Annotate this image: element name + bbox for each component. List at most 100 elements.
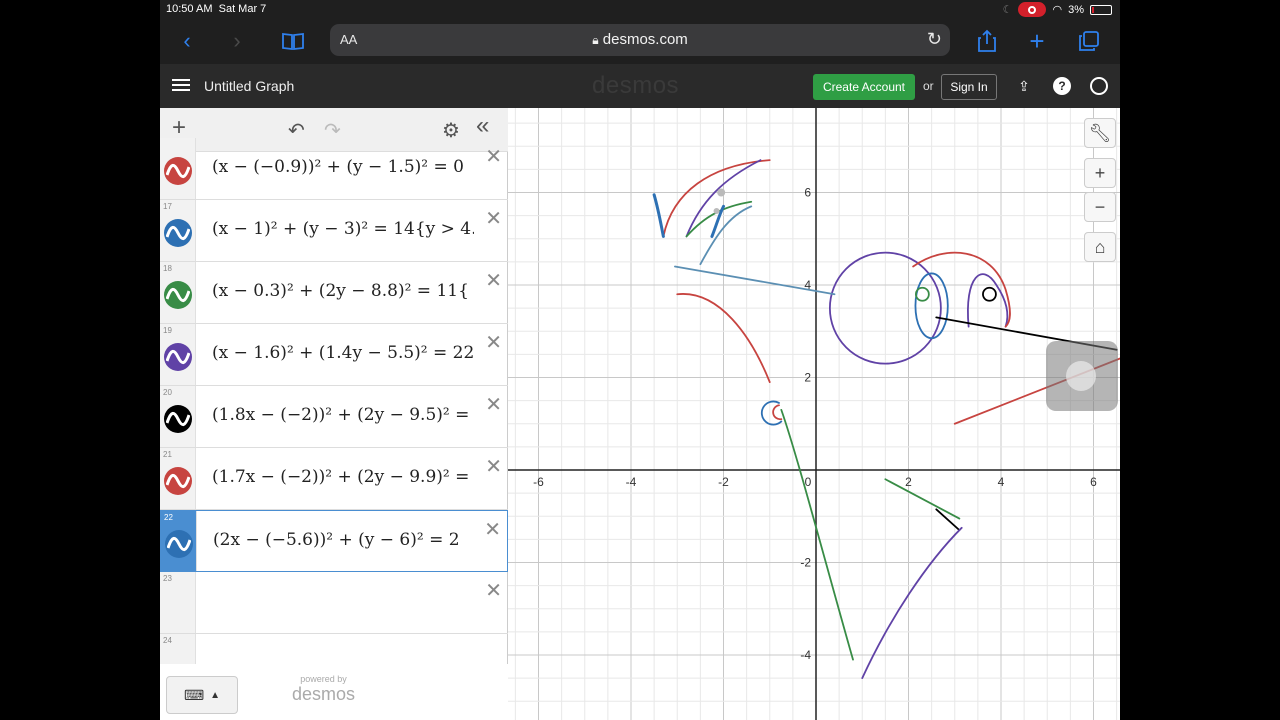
- expression-number: 20: [163, 388, 172, 397]
- wifi-icon: ◠: [1052, 4, 1063, 16]
- powered-by-desmos: powered by desmos: [292, 674, 356, 704]
- delete-expression-icon[interactable]: ✕: [485, 144, 502, 169]
- wave-color-icon[interactable]: [164, 281, 192, 309]
- expression-gutter[interactable]: 22: [161, 511, 197, 571]
- browser-toolbar: ‹ › AA 🔒︎ desmos.com ↻ +: [160, 20, 1120, 64]
- x-tick-label: 6: [1090, 475, 1097, 489]
- x-tick-label: -6: [533, 475, 544, 489]
- x-tick-label: 4: [998, 475, 1005, 489]
- expression-row[interactable]: 20 (1.8x − (−2))² + (2y − 9.5)² = ✕: [160, 386, 508, 448]
- expression-gutter[interactable]: 17: [160, 200, 196, 261]
- expression-gutter[interactable]: [160, 138, 196, 199]
- wave-color-icon[interactable]: [164, 157, 192, 185]
- expression-row[interactable]: 17 (x − 1)² + (y − 3)² = 14{y > 4. ✕: [160, 200, 508, 262]
- expression-input[interactable]: (1.8x − (−2))² + (2y − 9.5)² =: [212, 405, 474, 425]
- expression-panel: + ↶ ↷ ⚙ « (x − (−0.9))² + (y − 1.5)² = 0…: [160, 108, 508, 720]
- wave-color-icon[interactable]: [164, 405, 192, 433]
- share-graph-icon[interactable]: ⇪: [1015, 77, 1033, 95]
- tabs-button[interactable]: [1074, 26, 1104, 56]
- collapse-panel-icon[interactable]: «: [476, 112, 489, 140]
- create-account-button[interactable]: Create Account: [813, 74, 915, 100]
- screen-record-icon: [1018, 2, 1047, 17]
- back-button[interactable]: ‹: [172, 26, 202, 56]
- desmos-logo: desmos: [592, 72, 680, 99]
- sign-in-button[interactable]: Sign In: [941, 74, 997, 100]
- reload-icon[interactable]: ↻: [927, 29, 942, 50]
- home-icon: ⌂: [1094, 236, 1106, 257]
- graph-canvas[interactable]: -6 -4 -2 0 2 4 6 6 4 2 -2 -4 🔧︎ + − ⌂: [508, 108, 1120, 720]
- plus-icon: +: [1094, 162, 1106, 183]
- tabs-icon: [1079, 31, 1099, 51]
- expression-gutter[interactable]: 21: [160, 448, 196, 509]
- status-icons: ☾ ◠ 3%: [1003, 2, 1112, 17]
- share-button[interactable]: [972, 26, 1002, 56]
- help-icon[interactable]: ?: [1053, 77, 1071, 95]
- delete-expression-icon[interactable]: ✕: [485, 578, 502, 603]
- zoom-in-button[interactable]: +: [1084, 158, 1116, 188]
- chevron-left-icon: ‹: [183, 28, 191, 53]
- delete-expression-icon[interactable]: ✕: [485, 268, 502, 293]
- x-tick-label: -4: [626, 475, 637, 489]
- zoom-out-button[interactable]: −: [1084, 192, 1116, 222]
- home-button[interactable]: ⌂: [1084, 232, 1116, 262]
- graph-svg: -6 -4 -2 0 2 4 6642-2-4: [508, 108, 1120, 720]
- expression-input[interactable]: (x − (−0.9))² + (y − 1.5)² = 0: [212, 157, 474, 177]
- feather-blue: [699, 205, 753, 266]
- expression-input[interactable]: (x − 1.6)² + (1.4y − 5.5)² = 22: [212, 343, 474, 363]
- or-label: or: [923, 79, 934, 93]
- expression-input[interactable]: (x − 0.3)² + (2y − 8.8)² = 11{: [212, 281, 474, 301]
- expression-row[interactable]: 19 (x − 1.6)² + (1.4y − 5.5)² = 22 ✕: [160, 324, 508, 386]
- status-bar: 10:50 AM Sat Mar 7 ☾ ◠ 3%: [160, 0, 1120, 20]
- expression-gutter[interactable]: 20: [160, 386, 196, 447]
- assistive-touch-button[interactable]: [1046, 341, 1118, 411]
- delete-expression-icon[interactable]: ✕: [485, 330, 502, 355]
- wave-color-icon[interactable]: [164, 467, 192, 495]
- moon-icon: ☾: [1002, 4, 1013, 16]
- new-tab-button[interactable]: +: [1022, 26, 1052, 56]
- y-tick-label: -2: [800, 556, 811, 570]
- chevron-right-icon: ›: [233, 28, 241, 53]
- expression-row[interactable]: 22 (2x − (−5.6))² + (y − 6)² = 2 ✕: [160, 510, 508, 572]
- x-tick-label: -2: [718, 475, 729, 489]
- menu-icon[interactable]: [172, 76, 190, 94]
- caret-up-icon: ▲: [210, 689, 221, 701]
- expression-row[interactable]: 21 (1.7x − (−2))² + (2y − 9.9)² = ✕: [160, 448, 508, 510]
- expression-gutter[interactable]: 23: [160, 572, 196, 633]
- delete-expression-icon[interactable]: ✕: [484, 517, 501, 542]
- status-time: 10:50 AM Sat Mar 7: [166, 3, 267, 15]
- expression-input[interactable]: (x − 1)² + (y − 3)² = 14{y > 4.: [212, 219, 474, 239]
- expression-number: 23: [163, 574, 172, 583]
- forward-button[interactable]: ›: [222, 26, 252, 56]
- wrench-icon: 🔧︎: [1088, 122, 1112, 143]
- expression-gutter[interactable]: 18: [160, 262, 196, 323]
- battery-icon: [1090, 4, 1112, 15]
- collar-line-green: [884, 478, 961, 520]
- graph-settings-button[interactable]: 🔧︎: [1084, 118, 1116, 148]
- expression-row[interactable]: 23 ✕: [160, 572, 508, 634]
- delete-expression-icon[interactable]: ✕: [485, 454, 502, 479]
- keyboard-toggle-button[interactable]: ⌨ ▲: [166, 676, 238, 714]
- hat-point: [713, 208, 720, 214]
- delete-expression-icon[interactable]: ✕: [485, 206, 502, 231]
- expression-row[interactable]: (x − (−0.9))² + (y − 1.5)² = 0 ✕: [160, 138, 508, 200]
- expression-input[interactable]: (1.7x − (−2))² + (2y − 9.9)² =: [212, 467, 474, 487]
- share-icon: [978, 29, 996, 52]
- bookmarks-button[interactable]: [278, 26, 308, 56]
- hand-arc-red: [772, 404, 783, 421]
- x-tick-label: 2: [905, 475, 912, 489]
- wave-color-icon[interactable]: [165, 530, 193, 558]
- expression-gutter[interactable]: 19: [160, 324, 196, 385]
- y-tick-label: 2: [804, 371, 811, 385]
- expression-row[interactable]: 18 (x − 0.3)² + (2y − 8.8)² = 11{ ✕: [160, 262, 508, 324]
- globe-icon[interactable]: [1090, 77, 1108, 95]
- address-bar[interactable]: AA 🔒︎ desmos.com ↻: [330, 24, 950, 56]
- expression-input[interactable]: (2x − (−5.6))² + (y − 6)² = 2: [213, 530, 475, 550]
- delete-expression-icon[interactable]: ✕: [485, 392, 502, 417]
- wave-color-icon[interactable]: [164, 343, 192, 371]
- wave-color-icon[interactable]: [164, 219, 192, 247]
- graph-title[interactable]: Untitled Graph: [204, 78, 294, 94]
- plus-icon: +: [1029, 25, 1045, 56]
- expression-number: 24: [163, 636, 172, 645]
- keyboard-icon: ⌨: [183, 686, 205, 703]
- book-icon: [282, 32, 304, 50]
